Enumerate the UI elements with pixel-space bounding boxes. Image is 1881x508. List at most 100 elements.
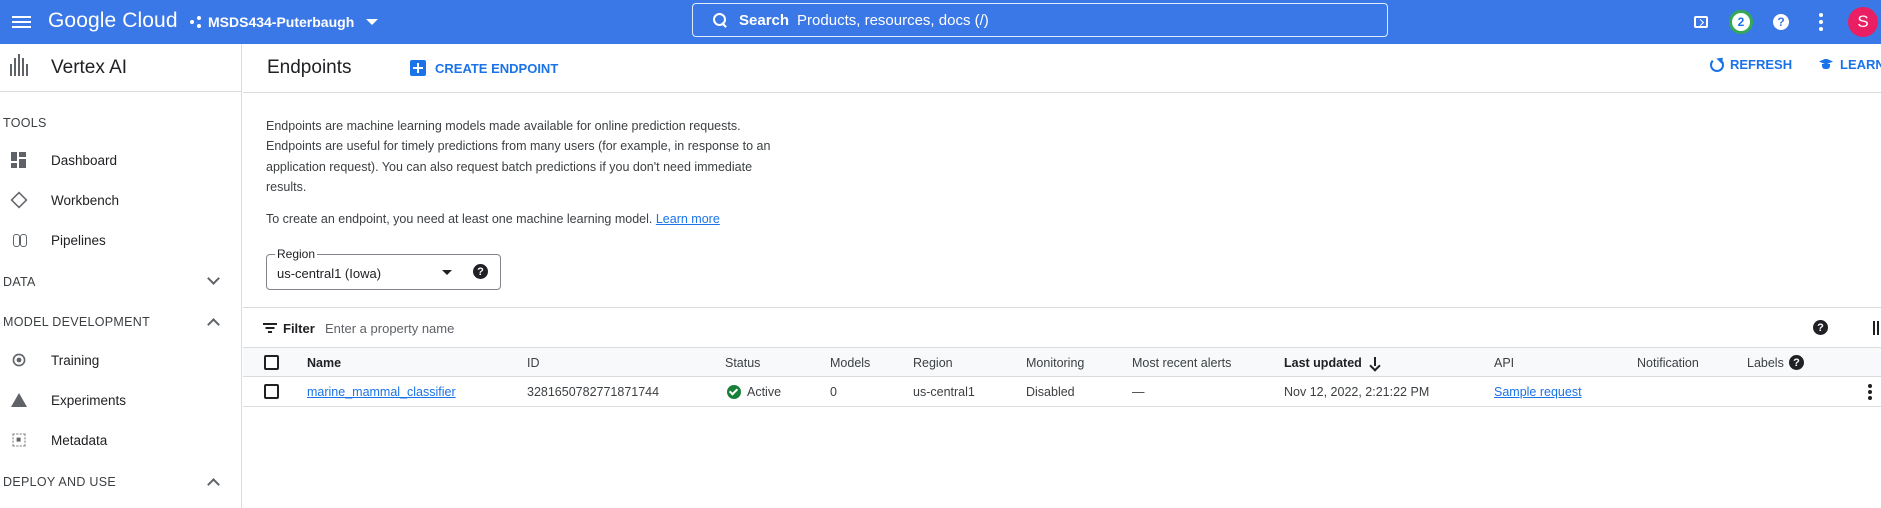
region-select[interactable]: Region us-central1 (Iowa) ? bbox=[266, 247, 501, 290]
cloud-shell-icon bbox=[1694, 16, 1708, 28]
project-icon bbox=[190, 16, 202, 28]
column-header-labels[interactable]: Labels bbox=[1747, 356, 1784, 370]
check-circle-icon bbox=[727, 385, 741, 399]
select-all-checkbox[interactable] bbox=[264, 355, 279, 370]
refresh-button[interactable]: REFRESH bbox=[1710, 57, 1792, 72]
sidebar-item-workbench[interactable]: Workbench bbox=[0, 182, 241, 218]
column-header-label: Last updated bbox=[1284, 356, 1362, 370]
top-app-bar: Google Cloud MSDS434-Puterbaugh Search P… bbox=[0, 0, 1881, 44]
section-tools: TOOLS bbox=[3, 116, 47, 130]
sidebar-item-label: Workbench bbox=[51, 192, 120, 208]
section-model-development-label: MODEL DEVELOPMENT bbox=[3, 315, 151, 329]
school-icon bbox=[1818, 59, 1834, 71]
sidebar-item-label: Pipelines bbox=[51, 232, 106, 248]
last-updated: Nov 12, 2022, 2:21:22 PM bbox=[1284, 385, 1430, 399]
status-badge: Active bbox=[747, 385, 782, 399]
create-endpoint-button[interactable]: CREATE ENDPOINT bbox=[410, 56, 558, 80]
section-model-development[interactable]: MODEL DEVELOPMENT bbox=[0, 311, 242, 335]
sidebar-item-label: Experiments bbox=[51, 392, 127, 408]
column-header-status[interactable]: Status bbox=[725, 356, 760, 370]
filter-bar: Filter ? bbox=[243, 307, 1881, 348]
sidebar-item-label: Training bbox=[51, 352, 100, 368]
row-checkbox[interactable] bbox=[264, 384, 279, 399]
search-label: Search bbox=[739, 11, 790, 29]
vertex-ai-icon bbox=[8, 54, 30, 80]
sidebar-item-pipelines[interactable]: Pipelines bbox=[0, 222, 241, 258]
table-row: marine_mammal_classifier 328165078277187… bbox=[243, 377, 1881, 407]
dropdown-arrow-icon bbox=[442, 270, 452, 275]
filter-icon bbox=[263, 323, 277, 333]
cloud-shell-button[interactable] bbox=[1681, 0, 1721, 44]
column-header-monitoring[interactable]: Monitoring bbox=[1026, 356, 1084, 370]
account-button[interactable]: S bbox=[1841, 0, 1881, 44]
help-icon: ? bbox=[1773, 14, 1789, 30]
section-data[interactable]: DATA bbox=[0, 271, 242, 295]
chevron-up-icon bbox=[207, 318, 220, 331]
chevron-up-icon bbox=[207, 478, 220, 491]
workbench-icon bbox=[10, 191, 28, 209]
top-actions: 2 ? S bbox=[1681, 0, 1881, 44]
create-hint: To create an endpoint, you need at least… bbox=[266, 212, 720, 226]
chevron-down-icon bbox=[366, 19, 379, 25]
endpoint-name-link[interactable]: marine_mammal_classifier bbox=[307, 385, 456, 399]
column-header-models[interactable]: Models bbox=[830, 356, 870, 370]
sample-request-link[interactable]: Sample request bbox=[1494, 385, 1582, 399]
create-endpoint-label: CREATE ENDPOINT bbox=[435, 60, 559, 76]
sidebar-item-metadata[interactable]: Metadata bbox=[0, 422, 241, 458]
help-button[interactable]: ? bbox=[1761, 0, 1801, 44]
column-header-region[interactable]: Region bbox=[913, 356, 953, 370]
most-recent-alerts: — bbox=[1132, 385, 1145, 399]
section-deploy-and-use-label: DEPLOY AND USE bbox=[3, 475, 117, 489]
learn-button[interactable]: LEARN bbox=[1818, 57, 1881, 72]
status-cell: Active bbox=[727, 385, 781, 399]
endpoints-description: Endpoints are machine learning models ma… bbox=[266, 119, 771, 194]
row-more-vert-icon[interactable] bbox=[1868, 384, 1872, 400]
column-header-notification[interactable]: Notification bbox=[1637, 356, 1699, 370]
menu-icon[interactable] bbox=[8, 8, 36, 36]
avatar: S bbox=[1848, 7, 1878, 37]
dashboard-icon bbox=[11, 152, 27, 168]
section-deploy-and-use[interactable]: DEPLOY AND USE bbox=[0, 471, 242, 495]
region-value: us-central1 (Iowa) bbox=[277, 266, 382, 281]
sidebar-item-training[interactable]: Training bbox=[0, 342, 241, 378]
notifications-button[interactable]: 2 bbox=[1721, 0, 1761, 44]
help-icon[interactable]: ? bbox=[1813, 320, 1828, 335]
column-header-last-updated[interactable]: Last updated bbox=[1284, 356, 1380, 370]
more-options-button[interactable] bbox=[1801, 0, 1841, 44]
create-hint-text: To create an endpoint, you need at least… bbox=[266, 212, 653, 226]
filter-input[interactable] bbox=[325, 317, 725, 339]
sidebar-item-label: Dashboard bbox=[51, 152, 118, 168]
add-box-icon bbox=[410, 60, 426, 76]
refresh-label: REFRESH bbox=[1730, 57, 1793, 72]
refresh-icon bbox=[1710, 57, 1724, 72]
search-icon bbox=[713, 13, 727, 27]
column-header-name[interactable]: Name bbox=[307, 356, 341, 370]
column-display-icon[interactable] bbox=[1873, 321, 1881, 335]
sidebar-item-dashboard[interactable]: Dashboard bbox=[0, 142, 241, 178]
column-header-id[interactable]: ID bbox=[527, 356, 540, 370]
column-header-api[interactable]: API bbox=[1494, 356, 1514, 370]
learn-more-link[interactable]: Learn more bbox=[656, 212, 720, 226]
pipelines-icon bbox=[11, 232, 27, 248]
models-count: 0 bbox=[830, 385, 837, 399]
help-icon[interactable]: ? bbox=[473, 264, 488, 279]
training-icon bbox=[12, 353, 26, 367]
project-name: MSDS434-Puterbaugh bbox=[208, 14, 355, 30]
column-header-alerts[interactable]: Most recent alerts bbox=[1132, 356, 1231, 370]
search-bar[interactable]: Search Products, resources, docs (/) bbox=[692, 3, 1388, 37]
metadata-icon bbox=[12, 433, 26, 447]
arrow-downward-icon bbox=[1370, 357, 1380, 369]
page-title: Endpoints bbox=[267, 57, 352, 78]
notifications-badge: 2 bbox=[1729, 10, 1753, 34]
monitoring-status: Disabled bbox=[1026, 385, 1075, 399]
project-selector[interactable]: MSDS434-Puterbaugh bbox=[190, 12, 379, 32]
more-vert-icon bbox=[1819, 13, 1823, 31]
google-cloud-logo[interactable]: Google Cloud bbox=[48, 9, 178, 33]
sidebar: Vertex AI TOOLS Dashboard Workbench Pipe… bbox=[0, 44, 242, 508]
endpoint-id: 3281650782771871744 bbox=[527, 385, 660, 399]
table-header: Name ID Status Models Region Monitoring … bbox=[243, 348, 1881, 377]
experiments-icon bbox=[11, 393, 27, 407]
help-icon[interactable]: ? bbox=[1789, 355, 1804, 370]
sidebar-item-experiments[interactable]: Experiments bbox=[0, 382, 241, 418]
endpoint-region: us-central1 bbox=[913, 385, 975, 399]
